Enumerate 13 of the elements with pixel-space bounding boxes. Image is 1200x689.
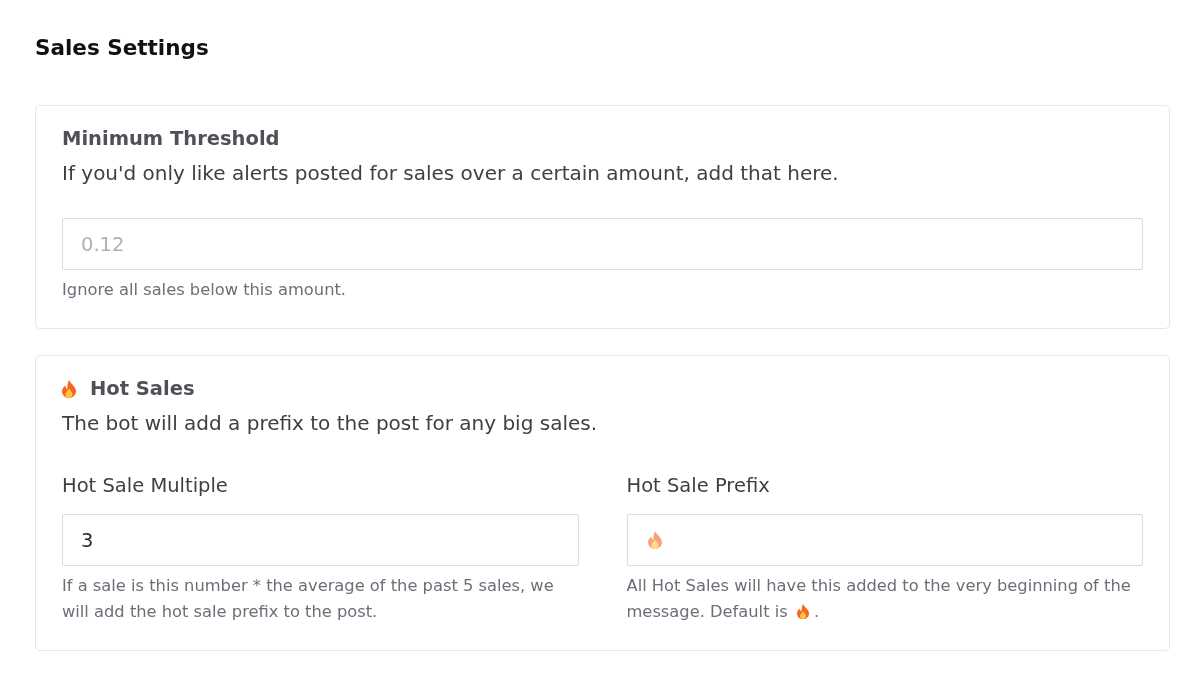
section-description: The bot will add a prefix to the post for any big sales. [62,410,599,436]
field-label: Hot Sale Prefix [626,473,771,499]
section-title: Hot Sales [90,377,195,401]
hint-text: Ignore all sales below this amount. [62,279,347,301]
section-description: If you'd only like alerts posted for sales over a certain amount, add that here. [62,160,840,186]
section-title: Minimum Threshold [62,127,280,151]
hint-text: If a sale is this number * the average of the past 5 sales, we will add the hot sale prefix to the post. [62,575,555,623]
input-field[interactable]: 0.12 [62,218,1143,270]
input-field[interactable] [626,514,1143,566]
hint-text: All Hot Sales will have this added to the very beginning of the message. Default is . [626,575,1132,623]
page-title: Sales Settings [35,34,210,62]
input-field[interactable]: 3 [62,514,579,566]
field-label: Hot Sale Multiple [62,473,229,499]
